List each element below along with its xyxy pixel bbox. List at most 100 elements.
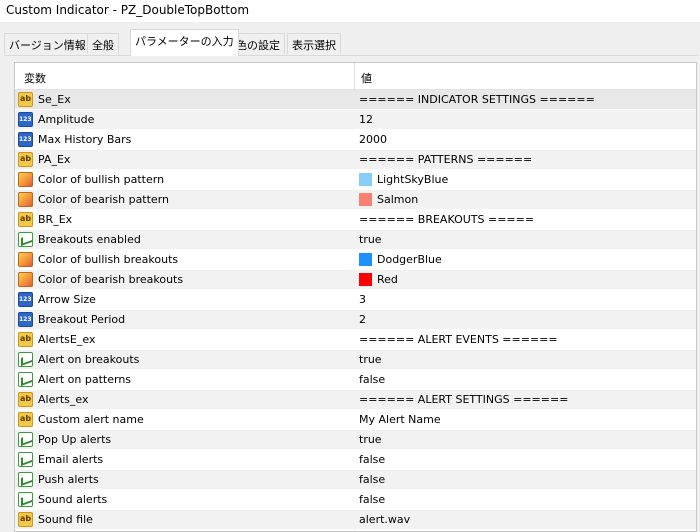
parameter-row[interactable]: Arrow Size 3 bbox=[15, 290, 696, 310]
color-swatch[interactable] bbox=[359, 273, 372, 286]
parameter-name: Alert on patterns bbox=[38, 373, 132, 386]
parameter-row[interactable]: Push alerts false bbox=[15, 470, 696, 490]
parameter-name: Color of bullish breakouts bbox=[38, 253, 179, 266]
parameter-row[interactable]: Alert on breakouts true bbox=[15, 350, 696, 370]
parameter-row[interactable]: Sound file alert.wav bbox=[15, 510, 696, 530]
parameter-name: AlertsE_ex bbox=[38, 333, 96, 346]
tab-general[interactable]: 全般 bbox=[87, 33, 119, 54]
parameter-value[interactable]: ====== PATTERNS ====== bbox=[359, 153, 532, 166]
parameter-row[interactable]: Color of bearish breakouts Red bbox=[15, 270, 696, 290]
tab-display-selection[interactable]: 表示選択 bbox=[287, 33, 341, 54]
color-icon bbox=[18, 252, 33, 267]
color-icon bbox=[18, 192, 33, 207]
parameter-row[interactable]: Color of bearish pattern Salmon bbox=[15, 190, 696, 210]
ab-string-icon bbox=[18, 92, 33, 107]
parameter-value[interactable]: My Alert Name bbox=[359, 413, 441, 426]
parameter-row[interactable]: Se_Ex ====== INDICATOR SETTINGS ====== bbox=[15, 90, 696, 110]
bool-icon bbox=[18, 472, 33, 487]
number-icon bbox=[18, 112, 33, 127]
parameter-row[interactable]: Alerts_ex ====== ALERT SETTINGS ====== bbox=[15, 390, 696, 410]
bool-icon bbox=[18, 372, 33, 387]
parameter-value[interactable]: false bbox=[359, 373, 385, 386]
bool-icon bbox=[18, 452, 33, 467]
parameter-value[interactable]: false bbox=[359, 473, 385, 486]
ab-string-icon bbox=[18, 152, 33, 167]
parameter-row[interactable]: Email alerts false bbox=[15, 450, 696, 470]
tab-color-settings[interactable]: 色の設定 bbox=[231, 33, 285, 54]
tab-input-parameters[interactable]: パラメーターの入力 bbox=[130, 29, 239, 56]
parameter-row[interactable]: Breakouts enabled true bbox=[15, 230, 696, 250]
parameter-value[interactable]: Salmon bbox=[377, 193, 418, 206]
window-title: Custom Indicator - PZ_DoubleTopBottom bbox=[6, 3, 250, 17]
parameter-name: Alerts_ex bbox=[38, 393, 89, 406]
number-icon bbox=[18, 312, 33, 327]
color-swatch[interactable] bbox=[359, 193, 372, 206]
parameter-value[interactable]: true bbox=[359, 433, 382, 446]
parameter-name: Arrow Size bbox=[38, 293, 96, 306]
parameter-value[interactable]: false bbox=[359, 493, 385, 506]
parameter-name: Sound alerts bbox=[38, 493, 108, 506]
parameter-value[interactable]: alert.wav bbox=[359, 513, 410, 526]
bool-icon bbox=[18, 432, 33, 447]
parameter-row[interactable]: BR_Ex ====== BREAKOUTS ===== bbox=[15, 210, 696, 230]
parameter-value[interactable]: DodgerBlue bbox=[377, 253, 442, 266]
color-icon bbox=[18, 172, 33, 187]
parameter-name: Alert on breakouts bbox=[38, 353, 140, 366]
parameter-value[interactable]: LightSkyBlue bbox=[377, 173, 448, 186]
number-icon bbox=[18, 132, 33, 147]
parameter-name: Email alerts bbox=[38, 453, 104, 466]
column-header-variable[interactable]: 変数 bbox=[24, 70, 46, 86]
parameter-value[interactable]: true bbox=[359, 233, 382, 246]
tab-version-info[interactable]: バージョン情報 bbox=[4, 33, 91, 54]
parameter-name: Pop Up alerts bbox=[38, 433, 112, 446]
tab-panel-border bbox=[4, 55, 698, 56]
parameter-row[interactable]: Breakout Period 2 bbox=[15, 310, 696, 330]
parameter-name: Breakout Period bbox=[38, 313, 126, 326]
number-icon bbox=[18, 292, 33, 307]
bool-icon bbox=[18, 492, 33, 507]
parameter-value[interactable]: Red bbox=[377, 273, 398, 286]
color-swatch[interactable] bbox=[359, 253, 372, 266]
parameter-row[interactable]: PA_Ex ====== PATTERNS ====== bbox=[15, 150, 696, 170]
parameter-name: Color of bearish breakouts bbox=[38, 273, 184, 286]
ab-string-icon bbox=[18, 412, 33, 427]
parameter-value[interactable]: ====== ALERT SETTINGS ====== bbox=[359, 393, 568, 406]
parameters-grid: 変数 値 Se_Ex ====== INDICATOR SETTINGS ====… bbox=[14, 62, 697, 532]
ab-string-icon bbox=[18, 512, 33, 527]
bool-icon bbox=[18, 352, 33, 367]
parameter-row[interactable]: Pop Up alerts true bbox=[15, 430, 696, 450]
parameter-value[interactable]: ====== INDICATOR SETTINGS ====== bbox=[359, 93, 595, 106]
parameter-value[interactable]: true bbox=[359, 353, 382, 366]
parameter-name: Sound file bbox=[38, 513, 93, 526]
ab-string-icon bbox=[18, 332, 33, 347]
parameter-row[interactable]: Sound alerts false bbox=[15, 490, 696, 510]
parameter-value[interactable]: ====== BREAKOUTS ===== bbox=[359, 213, 534, 226]
parameter-value[interactable]: 2 bbox=[359, 313, 366, 326]
parameter-row[interactable]: Amplitude 12 bbox=[15, 110, 696, 130]
parameter-name: Color of bearish pattern bbox=[38, 193, 170, 206]
parameter-name: Amplitude bbox=[38, 113, 95, 126]
ab-string-icon bbox=[18, 212, 33, 227]
parameter-name: Color of bullish pattern bbox=[38, 173, 165, 186]
parameter-row[interactable]: Custom alert name My Alert Name bbox=[15, 410, 696, 430]
parameter-name: Custom alert name bbox=[38, 413, 144, 426]
ab-string-icon bbox=[18, 392, 33, 407]
parameter-name: PA_Ex bbox=[38, 153, 71, 166]
tab-bar: バージョン情報 全般 パラメーターの入力 色の設定 表示選択 bbox=[0, 22, 700, 56]
parameter-value[interactable]: 3 bbox=[359, 293, 366, 306]
parameter-value[interactable]: ====== ALERT EVENTS ====== bbox=[359, 333, 558, 346]
parameter-row[interactable]: Max History Bars 2000 bbox=[15, 130, 696, 150]
parameter-row[interactable]: Alert on patterns false bbox=[15, 370, 696, 390]
color-swatch[interactable] bbox=[359, 173, 372, 186]
column-header-value[interactable]: 値 bbox=[361, 70, 372, 86]
color-icon bbox=[18, 272, 33, 287]
parameter-row[interactable]: AlertsE_ex ====== ALERT EVENTS ====== bbox=[15, 330, 696, 350]
parameter-value[interactable]: false bbox=[359, 453, 385, 466]
parameter-name: Push alerts bbox=[38, 473, 99, 486]
parameter-name: BR_Ex bbox=[38, 213, 73, 226]
parameter-value[interactable]: 2000 bbox=[359, 133, 387, 146]
parameter-value[interactable]: 12 bbox=[359, 113, 373, 126]
parameter-name: Se_Ex bbox=[38, 93, 71, 106]
parameter-row[interactable]: Color of bullish pattern LightSkyBlue bbox=[15, 170, 696, 190]
parameter-row[interactable]: Color of bullish breakouts DodgerBlue bbox=[15, 250, 696, 270]
